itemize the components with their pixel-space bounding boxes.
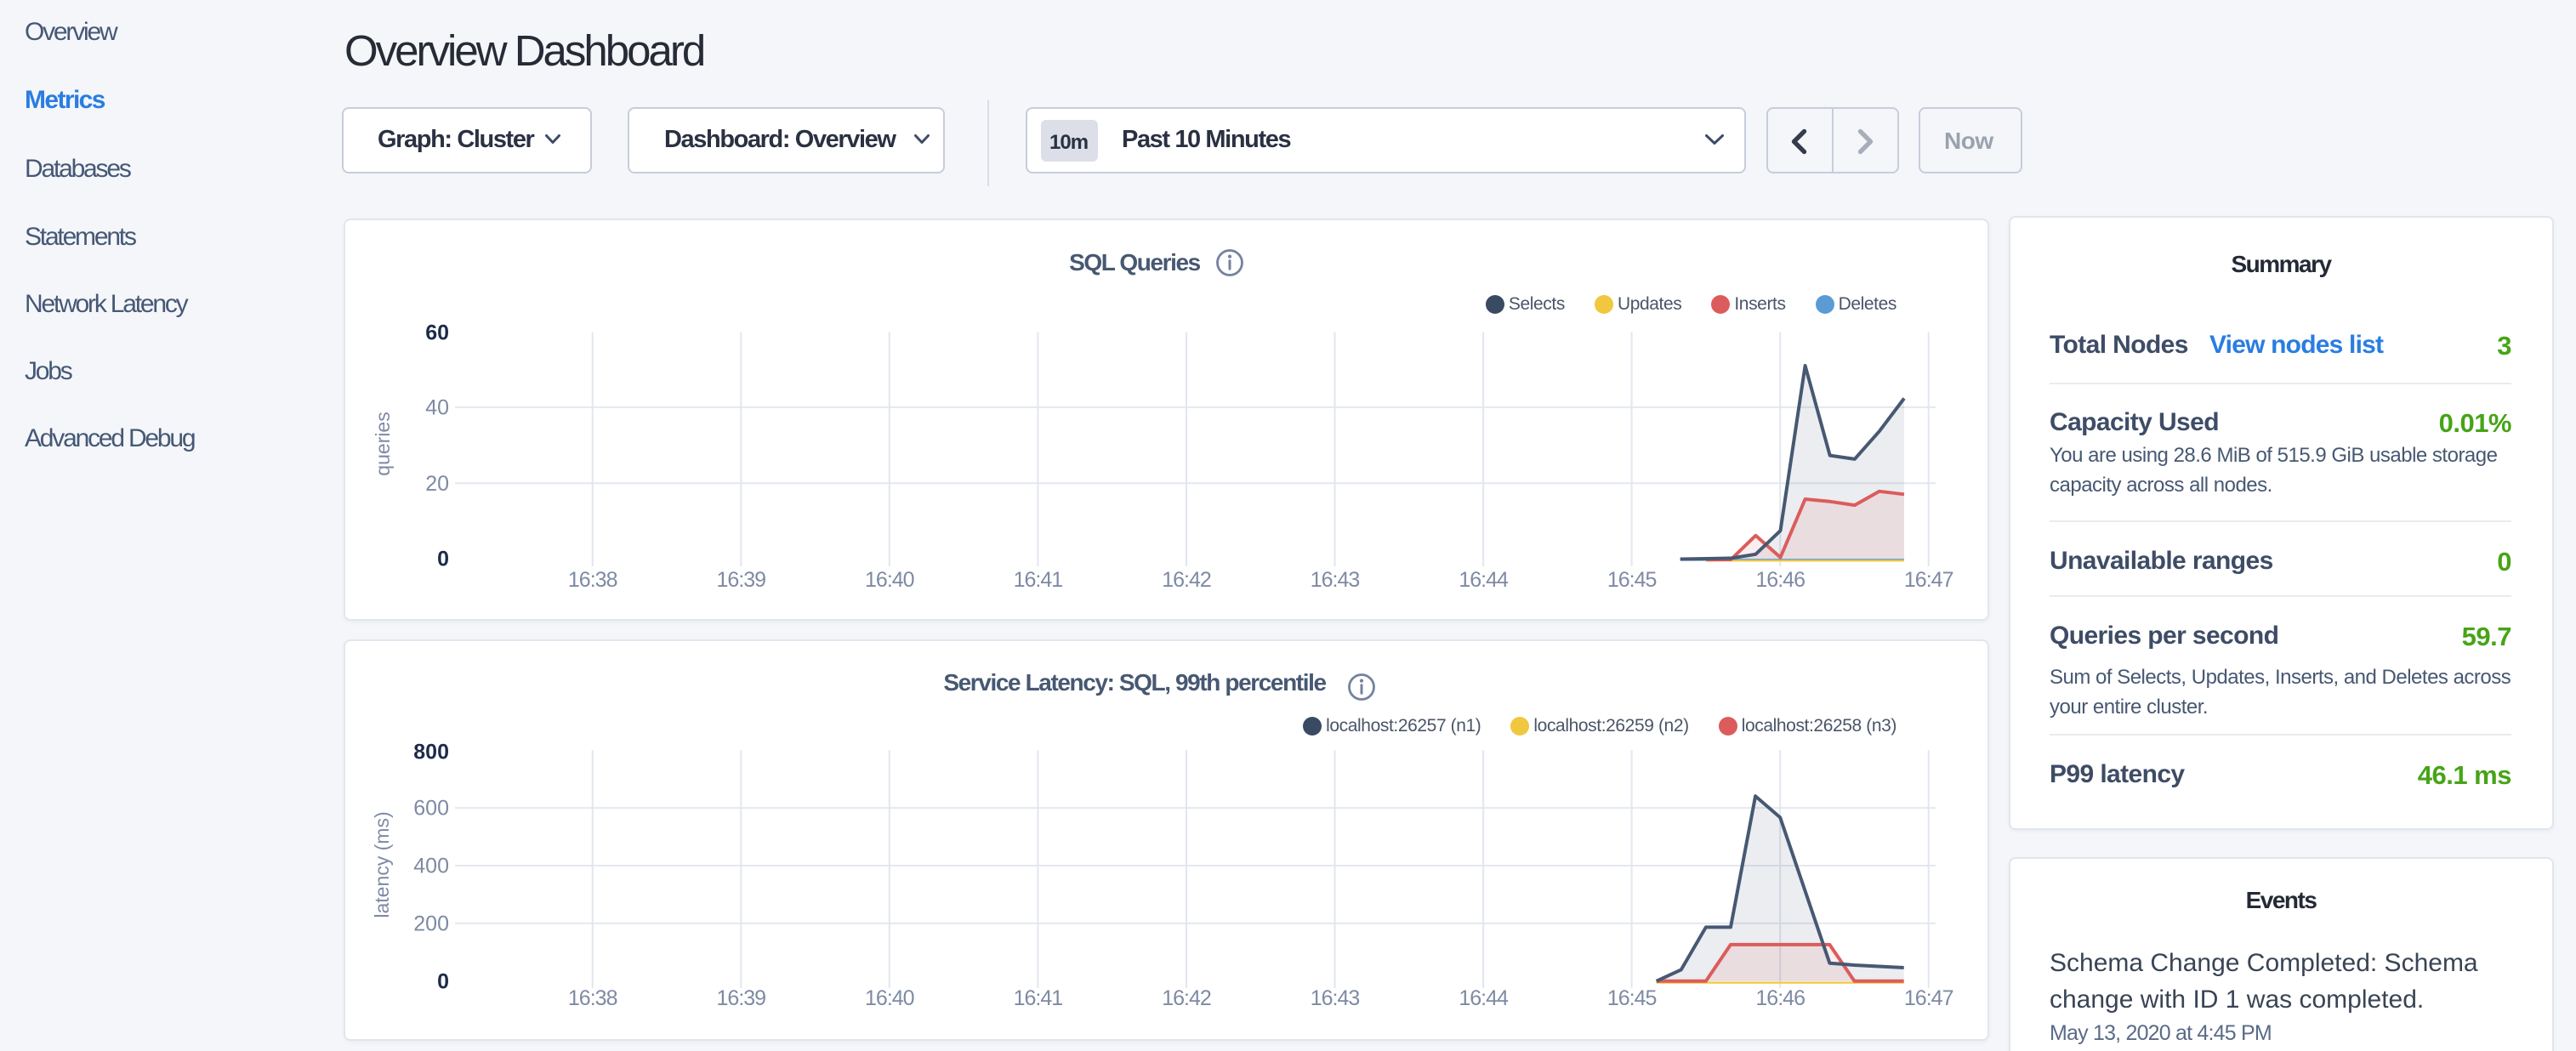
svg-text:16:40: 16:40 — [865, 986, 914, 1010]
svg-text:16:42: 16:42 — [1162, 986, 1211, 1010]
svg-text:16:43: 16:43 — [1311, 568, 1360, 592]
svg-text:latency (ms): latency (ms) — [371, 811, 393, 917]
svg-text:16:46: 16:46 — [1755, 986, 1805, 1010]
svg-text:16:41: 16:41 — [1014, 568, 1063, 592]
svg-text:16:46: 16:46 — [1755, 568, 1805, 592]
svg-text:800: 800 — [413, 741, 449, 764]
svg-text:20: 20 — [425, 472, 449, 496]
svg-text:16:39: 16:39 — [717, 568, 766, 592]
svg-text:16:44: 16:44 — [1459, 986, 1509, 1010]
svg-text:16:38: 16:38 — [568, 568, 617, 592]
svg-text:queries: queries — [372, 412, 394, 475]
svg-text:16:41: 16:41 — [1014, 986, 1063, 1010]
svg-text:16:42: 16:42 — [1162, 568, 1211, 592]
svg-text:16:47: 16:47 — [1904, 986, 1953, 1010]
svg-text:16:45: 16:45 — [1607, 568, 1657, 592]
svg-text:16:43: 16:43 — [1311, 986, 1360, 1010]
svg-text:40: 40 — [425, 395, 449, 419]
svg-text:400: 400 — [413, 855, 449, 878]
svg-text:0: 0 — [437, 969, 449, 993]
svg-text:60: 60 — [425, 321, 449, 344]
svg-text:16:47: 16:47 — [1904, 568, 1953, 592]
svg-text:16:45: 16:45 — [1607, 986, 1657, 1010]
svg-text:16:40: 16:40 — [865, 568, 914, 592]
svg-text:200: 200 — [413, 912, 449, 935]
svg-text:16:39: 16:39 — [717, 986, 766, 1010]
svg-text:16:44: 16:44 — [1459, 568, 1509, 592]
svg-text:16:38: 16:38 — [568, 986, 617, 1010]
svg-text:600: 600 — [413, 797, 449, 821]
svg-text:0: 0 — [437, 547, 449, 571]
